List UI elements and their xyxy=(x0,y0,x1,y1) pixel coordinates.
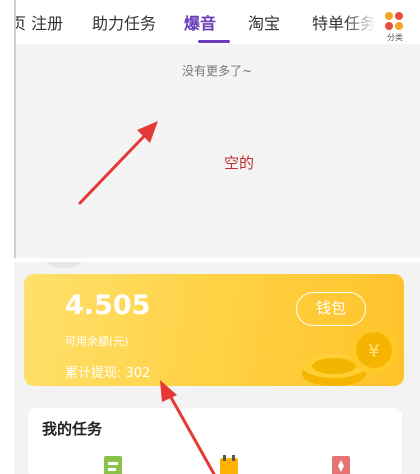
wallet-button[interactable]: 钱包 xyxy=(296,292,366,326)
tab-baoyin[interactable]: 爆音 xyxy=(184,10,216,34)
balance-label: 可用余额(元) xyxy=(65,335,129,348)
bottom-screenshot: 4.505 可用余额(元) 累计提现: 302 钱包 ¥ 我的任务 xyxy=(14,262,420,474)
tab-taobao[interactable]: 淘宝 xyxy=(248,10,280,34)
daily-task-icon[interactable] xyxy=(218,452,240,474)
checkin-task-icon[interactable] xyxy=(102,452,124,474)
wallet-card: 4.505 可用余额(元) 累计提现: 302 钱包 ¥ xyxy=(24,274,404,386)
category-label: 分类 xyxy=(387,33,403,42)
category-button[interactable]: 分类 xyxy=(380,8,410,42)
no-more-text: 没有更多了~ xyxy=(181,64,253,78)
tab-assist-tasks[interactable]: 助力任务 xyxy=(92,10,156,34)
panel-divider xyxy=(14,0,16,258)
coin-stack-icon: ¥ xyxy=(302,330,398,386)
my-tasks-card: 我的任务 xyxy=(28,408,402,474)
avatar xyxy=(44,262,84,268)
empty-annotation: 空的 xyxy=(224,154,255,172)
category-grid-icon xyxy=(385,12,403,30)
balance-amount: 4.505 xyxy=(65,290,151,321)
tab-fade xyxy=(346,0,376,44)
tab-bar: 页 注册 助力任务 爆音 淘宝 特单任务 分类 xyxy=(14,0,420,44)
gift-task-icon[interactable] xyxy=(330,452,352,474)
total-withdrawn: 累计提现: 302 xyxy=(65,366,151,381)
svg-text:¥: ¥ xyxy=(368,341,379,362)
tab-register[interactable]: 页 注册 xyxy=(14,10,63,34)
active-tab-indicator xyxy=(198,40,230,43)
top-screenshot: 页 注册 助力任务 爆音 淘宝 特单任务 分类 没有更多了~ 空的 xyxy=(14,0,420,258)
my-tasks-title: 我的任务 xyxy=(42,420,103,438)
